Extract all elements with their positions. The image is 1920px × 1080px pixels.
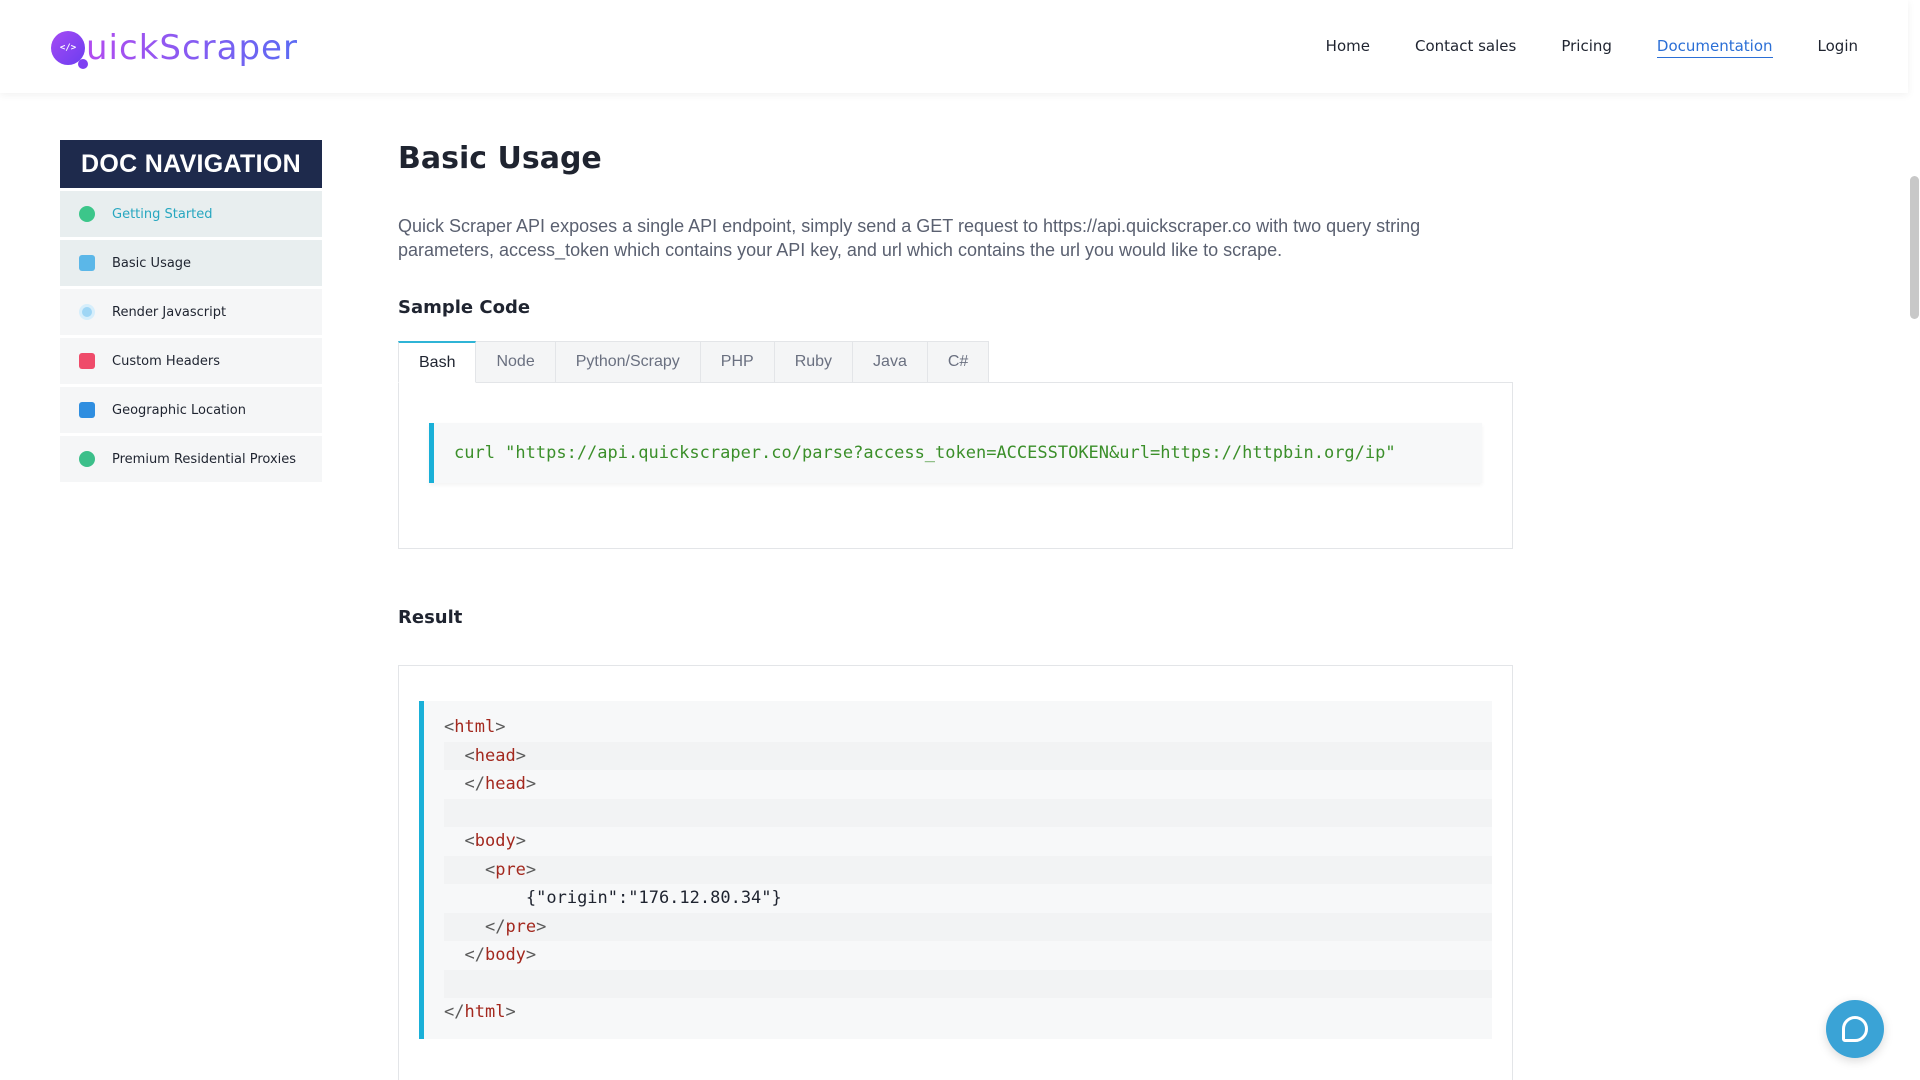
logo[interactable]: </> uickScraper xyxy=(51,28,298,69)
result-code[interactable]: < html > < head > </head > < body > < pre > {"ori… xyxy=(419,701,1492,1039)
sidebar-item-label: Geographic Location xyxy=(112,402,246,418)
tag-close-bracket: > xyxy=(525,859,537,880)
tag-open-bracket: < xyxy=(464,745,475,766)
sidebar-item-label: Custom Headers xyxy=(112,353,221,369)
gear-icon xyxy=(79,304,95,320)
sidebar-item-custom-headers[interactable]: Custom Headers xyxy=(60,338,322,384)
tag-name: pre xyxy=(505,916,537,937)
language-tabs: Bash Node Python/Scrapy PHP Ruby Java C# xyxy=(398,341,1513,383)
sidebar-item-label: Basic Usage xyxy=(112,255,192,271)
result-line: < body > xyxy=(444,827,1492,856)
nav-login[interactable]: Login xyxy=(1818,35,1858,58)
tag-name: body xyxy=(484,945,526,966)
result-line xyxy=(444,798,1492,827)
code-text: {"origin":"176.12.80.34"} xyxy=(525,888,782,909)
tag-close-bracket: > xyxy=(525,774,537,795)
result-line: </html > xyxy=(444,998,1492,1027)
result-heading: Result xyxy=(398,607,463,628)
result-line: {"origin":"176.12.80.34"} xyxy=(444,884,1492,913)
tab-csharp[interactable]: C# xyxy=(927,341,990,383)
sidebar-item-label: Render Javascript xyxy=(112,304,227,320)
logo-mark-text: </> xyxy=(59,43,77,53)
sample-code[interactable]: curl "https://api.quickscraper.co/parse?… xyxy=(429,423,1482,483)
tab-python-scrapy[interactable]: Python/Scrapy xyxy=(555,341,701,383)
book-icon xyxy=(79,402,95,418)
main-content: Basic Usage Quick Scraper API exposes a … xyxy=(398,140,1513,1080)
tag-open-bracket: </ xyxy=(484,916,506,937)
main-nav: Home Contact sales Pricing Documentation… xyxy=(1326,35,1858,58)
doc-navigation: DOC NAVIGATION Getting Started Basic Usa… xyxy=(60,140,322,482)
scrollbar-thumb[interactable] xyxy=(1910,176,1919,319)
doc-navigation-title: DOC NAVIGATION xyxy=(60,140,322,188)
tag-open-bracket: </ xyxy=(464,945,485,966)
tag-close-bracket: > xyxy=(525,945,537,966)
result-line: < pre > xyxy=(444,855,1492,884)
chat-icon xyxy=(79,451,95,467)
result-line: < html > xyxy=(444,713,1492,742)
sidebar-item-geographic-location[interactable]: Geographic Location xyxy=(60,387,322,433)
sidebar-item-premium-residential-proxies[interactable]: Premium Residential Proxies xyxy=(60,436,322,482)
tag-name: body xyxy=(474,831,516,852)
tag-name: pre xyxy=(495,859,526,880)
tab-java[interactable]: Java xyxy=(853,341,928,383)
nav-home[interactable]: Home xyxy=(1326,35,1370,58)
result-line xyxy=(444,969,1492,998)
chat-widget-button[interactable] xyxy=(1826,1000,1884,1058)
scrollbar-track[interactable] xyxy=(1908,93,1920,1080)
tab-node[interactable]: Node xyxy=(476,341,556,383)
result-line: </pre > xyxy=(444,912,1492,941)
rocket-icon xyxy=(79,206,95,222)
sample-code-heading: Sample Code xyxy=(398,297,531,318)
tag-close-bracket: > xyxy=(536,916,547,937)
result-panel: < html > < head > </head > < body > < pre > {"ori… xyxy=(398,665,1513,1080)
tab-ruby[interactable]: Ruby xyxy=(774,341,854,383)
tag-close-bracket: > xyxy=(515,831,526,852)
tab-bash[interactable]: Bash xyxy=(398,341,477,383)
page-title: Basic Usage xyxy=(398,141,602,176)
tab-php[interactable]: PHP xyxy=(700,341,775,383)
tag-close-bracket: > xyxy=(495,717,506,738)
inbox-icon xyxy=(79,353,95,369)
sidebar-item-getting-started[interactable]: Getting Started xyxy=(60,191,322,237)
tag-open-bracket: < xyxy=(444,717,455,738)
sample-code-panel: curl "https://api.quickscraper.co/parse?… xyxy=(398,382,1513,549)
intro-paragraph: Quick Scraper API exposes a single API e… xyxy=(398,216,1421,260)
tag-open-bracket: </ xyxy=(444,1002,465,1023)
top-header: </> uickScraper Home Contact sales Prici… xyxy=(0,0,1908,93)
result-line: </body > xyxy=(444,941,1492,970)
result-line: </head > xyxy=(444,770,1492,799)
tag-name: head xyxy=(484,774,526,795)
sidebar-item-render-javascript[interactable]: Render Javascript xyxy=(60,289,322,335)
tag-close-bracket: > xyxy=(505,1002,516,1023)
nav-contact-sales[interactable]: Contact sales xyxy=(1415,35,1516,58)
result-line: < head > xyxy=(444,741,1492,770)
tag-open-bracket: </ xyxy=(464,774,485,795)
tag-name: html xyxy=(464,1002,506,1023)
nav-pricing[interactable]: Pricing xyxy=(1561,35,1612,58)
tag-open-bracket: < xyxy=(464,831,475,852)
toolbox-icon xyxy=(79,255,95,271)
tag-name: head xyxy=(474,745,516,766)
nav-documentation[interactable]: Documentation xyxy=(1656,35,1773,58)
tag-close-bracket: > xyxy=(515,745,526,766)
logo-text: uickScraper xyxy=(86,28,298,68)
sidebar-item-label: Getting Started xyxy=(112,206,213,222)
tag-name: html xyxy=(454,717,496,738)
chat-bubble-icon xyxy=(1842,1016,1868,1042)
sidebar-item-label: Premium Residential Proxies xyxy=(112,451,297,467)
tag-open-bracket: < xyxy=(484,859,496,880)
sidebar-item-basic-usage[interactable]: Basic Usage xyxy=(60,240,322,286)
logo-mark-icon: </> xyxy=(51,31,88,69)
